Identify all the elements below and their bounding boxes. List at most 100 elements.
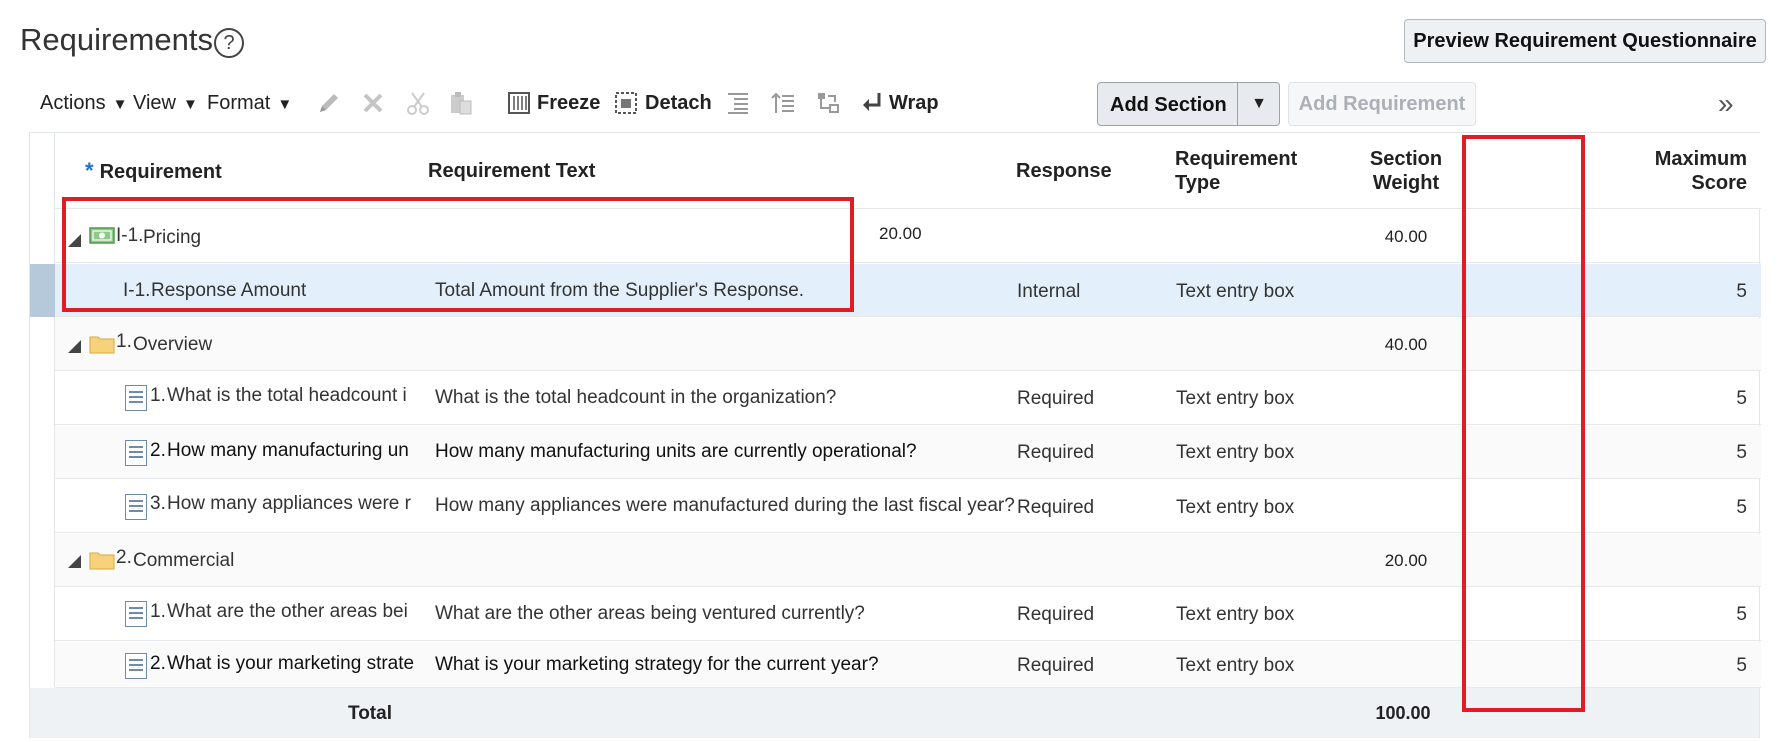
section-name[interactable]: Overview (133, 334, 212, 356)
col-header-requirement-type[interactable]: Requirement Type (1175, 147, 1297, 195)
expand-triangle-icon[interactable] (68, 340, 81, 353)
col-header-line: Score (1691, 172, 1747, 194)
total-weight-value: 100.00 (1375, 703, 1431, 723)
wrap-button[interactable]: Wrap (889, 92, 939, 115)
add-section-label: Add Section (1110, 94, 1227, 116)
response-value: Internal (1017, 281, 1081, 302)
table-row[interactable]: 1. What are the other areas bei What are… (55, 588, 1761, 641)
toolbar: Actions ▼ View ▼ Format ▼ Freeze Detach Wra… (0, 78, 1786, 130)
folder-icon (89, 336, 115, 354)
section-number: 1. (116, 331, 132, 352)
requirement-number: 2. (150, 440, 166, 461)
document-icon (125, 653, 147, 679)
col-header-requirement-label: Requirement (99, 161, 222, 183)
hierarchy-icon[interactable] (813, 88, 843, 118)
table-header: * Requirement Requirement Text Response R… (55, 133, 1761, 209)
table-row[interactable]: 2. What is your marketing strate What is… (55, 642, 1761, 688)
requirement-number: 2. (150, 653, 166, 674)
section-extra-value: 20.00 (879, 224, 922, 243)
document-icon (125, 440, 147, 466)
paste-clipboard-icon[interactable] (446, 88, 476, 118)
required-asterisk: * (85, 158, 94, 183)
section-number: I-1. (116, 225, 144, 246)
table-row[interactable]: 3. How many appliances were r How many a… (55, 480, 1761, 533)
actions-menu[interactable]: Actions ▼ (40, 92, 127, 115)
requirement-name[interactable]: What is your marketing strate (167, 653, 429, 675)
requirement-name[interactable]: What are the other areas bei (167, 601, 429, 623)
indent-icon[interactable] (723, 88, 753, 118)
col-header-line: Maximum (1654, 148, 1747, 170)
requirement-name[interactable]: How many manufacturing un (167, 440, 429, 462)
outdent-icon[interactable] (768, 88, 798, 118)
section-name[interactable]: Commercial (133, 550, 234, 572)
view-menu[interactable]: View ▼ (133, 92, 198, 115)
requirement-text: What are the other areas being ventured … (435, 603, 865, 624)
maximum-score-value: 5 (1736, 497, 1747, 518)
requirement-text: How many manufacturing units are current… (435, 441, 917, 462)
requirement-text: How many appliances were manufactured du… (435, 495, 1015, 516)
requirement-type-value: Text entry box (1176, 281, 1295, 302)
requirement-number: 1. (150, 601, 166, 622)
requirement-type-value: Text entry box (1176, 497, 1295, 518)
row-selector[interactable] (30, 264, 55, 317)
section-weight-value: 40.00 (1384, 227, 1428, 246)
table-row[interactable]: I-1. Response Amount Total Amount from t… (55, 264, 1761, 317)
document-icon (125, 601, 147, 627)
detach-button[interactable]: Detach (645, 92, 712, 115)
requirement-number: I-1. (123, 280, 151, 301)
wrap-icon[interactable] (857, 88, 887, 118)
preview-questionnaire-button[interactable]: Preview Requirement Questionnaire (1404, 19, 1766, 63)
section-name[interactable]: Pricing (143, 227, 201, 249)
maximum-score-value: 5 (1736, 281, 1747, 302)
maximum-score-value: 5 (1736, 655, 1747, 676)
response-value: Required (1017, 497, 1095, 518)
section-weight-value: 40.00 (1384, 335, 1428, 354)
more-toolbar-icon[interactable]: » (1718, 88, 1734, 120)
edit-pencil-icon[interactable] (314, 88, 344, 118)
section-row-overview[interactable]: 1. Overview 40.00 (55, 318, 1761, 371)
col-header-line: Weight (1372, 172, 1440, 194)
response-value: Required (1017, 442, 1095, 463)
requirement-name[interactable]: Response Amount (151, 280, 306, 302)
requirement-number: 1. (150, 385, 166, 406)
requirement-name[interactable]: What is the total headcount i (167, 385, 429, 407)
expand-triangle-icon[interactable] (68, 555, 81, 568)
col-header-line: Section (1369, 148, 1443, 170)
response-value: Required (1017, 655, 1095, 676)
caret-down-icon: ▼ (183, 96, 198, 113)
row-selector-column (30, 133, 55, 687)
add-section-button[interactable]: Add Section ▼ (1097, 82, 1280, 126)
document-icon (125, 494, 147, 520)
caret-down-icon: ▼ (277, 96, 293, 113)
section-number: 2. (116, 547, 132, 568)
col-header-requirement[interactable]: * Requirement (85, 159, 222, 184)
caret-down-icon[interactable]: ▼ (1238, 83, 1280, 125)
folder-icon (89, 552, 115, 570)
table-row[interactable]: 2. How many manufacturing un How many ma… (55, 426, 1761, 479)
section-row-commercial[interactable]: 2. Commercial 20.00 (55, 534, 1761, 587)
format-menu[interactable]: Format ▼ (207, 92, 292, 115)
response-value: Required (1017, 604, 1095, 625)
view-menu-label: View (133, 92, 176, 114)
detach-icon[interactable] (611, 88, 641, 118)
requirement-text: What is the total headcount in the organ… (435, 387, 837, 408)
add-requirement-button[interactable]: Add Requirement (1288, 82, 1476, 126)
requirement-name[interactable]: How many appliances were r (167, 493, 429, 515)
expand-triangle-icon[interactable] (68, 234, 81, 247)
help-icon[interactable]: ? (214, 28, 244, 58)
col-header-response[interactable]: Response (1016, 159, 1112, 183)
freeze-button[interactable]: Freeze (537, 92, 600, 115)
col-header-section-weight[interactable]: Section Weight (1350, 147, 1462, 195)
table-row[interactable]: 1. What is the total headcount i What is… (55, 372, 1761, 425)
cut-scissors-icon[interactable] (403, 88, 433, 118)
delete-x-icon[interactable] (358, 88, 388, 118)
section-row-pricing[interactable]: I-1. Pricing 20.00 40.00 (55, 210, 1761, 263)
money-icon (89, 227, 115, 244)
col-header-requirement-text[interactable]: Requirement Text (428, 159, 595, 183)
freeze-icon[interactable] (504, 88, 534, 118)
caret-down-icon: ▼ (112, 96, 128, 113)
col-header-maximum-score[interactable]: Maximum Score (1467, 147, 1747, 195)
maximum-score-value: 5 (1736, 388, 1747, 409)
actions-menu-label: Actions (40, 92, 106, 114)
section-weight-value: 20.00 (1384, 551, 1428, 570)
